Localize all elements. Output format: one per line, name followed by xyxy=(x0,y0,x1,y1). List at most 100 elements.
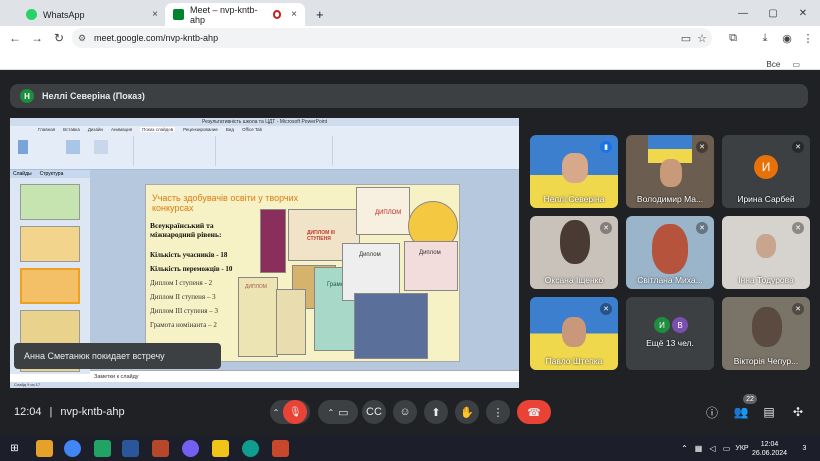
ppt-status-bar: Слайд 9 из 17 xyxy=(10,382,519,388)
end-call-button[interactable]: ☎ xyxy=(517,400,551,424)
activities-icon[interactable]: ✣ xyxy=(789,403,807,421)
more-options-button[interactable]: ⋮ xyxy=(486,400,510,424)
participant-tile-more[interactable]: И В Ещё 13 чел. xyxy=(626,297,714,370)
close-icon[interactable]: × xyxy=(291,9,297,20)
avatar: Н xyxy=(20,89,34,103)
participant-tile[interactable]: ▮ Неллі Северіна xyxy=(530,135,618,208)
powerpoint-icon[interactable] xyxy=(272,440,289,457)
close-window-button[interactable]: ✕ xyxy=(788,0,818,26)
slide-line: Грамота номінанта – 2 xyxy=(150,321,217,329)
ribbon-tab: Рецензирование xyxy=(183,127,218,132)
mic-off-icon: ✕ xyxy=(600,222,612,234)
powerpoint-icon[interactable] xyxy=(152,440,169,457)
participant-video xyxy=(562,317,586,347)
people-icon[interactable]: 👥 xyxy=(732,403,750,421)
slide-line: Диплом І ступеня - 2 xyxy=(150,279,213,287)
participant-tile[interactable]: И ✕ Ирина Сарбей xyxy=(722,135,810,208)
close-icon[interactable]: × xyxy=(152,9,158,20)
new-tab-button[interactable]: + xyxy=(308,3,332,26)
ribbon-icon xyxy=(18,140,28,154)
mic-off-icon: ✕ xyxy=(696,141,708,153)
slide-line: Кількість переможців - 10 xyxy=(150,265,233,273)
participant-name: Вікторія Чепур... xyxy=(733,356,799,366)
menu-icon[interactable]: ⋮ xyxy=(797,26,819,50)
captions-button[interactable]: CC xyxy=(362,400,386,424)
camera-icon[interactable]: ▭ xyxy=(338,406,348,419)
participant-tile[interactable]: ✕ Світлана Миха... xyxy=(626,216,714,289)
chat-icon[interactable]: ▤ xyxy=(760,403,778,421)
chrome-icon[interactable] xyxy=(64,440,81,457)
ribbon-icon xyxy=(66,140,80,154)
reload-icon[interactable]: ↻ xyxy=(48,31,70,45)
presenter-label: Неллі Северіна (Показ) xyxy=(42,91,145,101)
excel-icon[interactable] xyxy=(94,440,111,457)
ribbon-tab: Главная xyxy=(38,127,56,132)
url-field[interactable]: ⚙ meet.google.com/nvp-kntb-ahp xyxy=(72,28,712,48)
slide-thumb xyxy=(20,310,80,346)
maximize-button[interactable]: ▢ xyxy=(758,0,788,26)
avatar: И xyxy=(754,155,778,179)
ribbon-group xyxy=(218,136,333,166)
info-icon[interactable]: ⓘ xyxy=(703,403,721,421)
tab-whatsapp[interactable]: WhatsApp × xyxy=(18,3,166,26)
tab-label: WhatsApp xyxy=(43,9,85,20)
present-button[interactable]: ⬆ xyxy=(424,400,448,424)
mic-control[interactable]: ⌃ 🎙 xyxy=(270,400,310,424)
forward-icon[interactable]: → xyxy=(26,31,48,45)
minimize-button[interactable]: — xyxy=(728,0,758,26)
ppt-ribbon: Главная Вставка Дизайн Анимация Показ сл… xyxy=(10,126,519,170)
participant-name: Інна Тодурова xyxy=(738,275,794,285)
chevron-up-icon[interactable]: ⌃ xyxy=(273,408,280,417)
participant-name: Світлана Миха... xyxy=(637,275,703,285)
mic-off-icon: ✕ xyxy=(792,222,804,234)
hand-icon: ✋ xyxy=(460,406,474,419)
slide-notes: Заметки к слайду xyxy=(90,370,519,382)
taskbar-clock[interactable]: 12:04 26.06.2024 xyxy=(752,440,787,458)
download-icon[interactable]: ⤓ xyxy=(754,26,776,50)
ribbon-tab: Дизайн xyxy=(87,127,104,132)
more-participants-label: Ещё 13 чел. xyxy=(646,338,694,348)
word-icon[interactable] xyxy=(122,440,139,457)
site-info-icon[interactable]: ⚙ xyxy=(78,33,86,44)
profile-icon[interactable]: ◉ xyxy=(776,26,798,50)
reactions-button[interactable]: ☺ xyxy=(393,400,417,424)
windows-start-icon[interactable]: ⊞ xyxy=(6,440,23,457)
captions-icon: CC xyxy=(366,406,382,418)
participant-tile[interactable]: ✕ Оксана Іщенко xyxy=(530,216,618,289)
tab-label: Meet – nvp-kntb-ahp xyxy=(190,4,258,25)
file-explorer-icon[interactable] xyxy=(36,440,53,457)
edge-icon[interactable] xyxy=(242,440,259,457)
participant-video xyxy=(752,307,782,347)
leave-notification: Анна Сметанюк покидает встречу xyxy=(14,343,221,369)
present-icon: ⬆ xyxy=(431,406,441,419)
mic-off-icon: ✕ xyxy=(792,303,804,315)
back-icon[interactable]: ← xyxy=(4,31,26,45)
camera-control[interactable]: ⌃ ▭ xyxy=(318,400,358,424)
viber-icon[interactable] xyxy=(182,440,199,457)
chevron-up-icon[interactable]: ⌃ xyxy=(327,408,334,417)
participant-tile[interactable]: ✕ Інна Тодурова xyxy=(722,216,810,289)
participant-name: Павло Штепка xyxy=(545,356,603,366)
slide-line: Диплом ІІ ступеня – 3 xyxy=(150,293,216,301)
diploma-image: ДИПЛОМ xyxy=(356,187,410,235)
extensions-icon[interactable]: ⧉ xyxy=(722,26,744,50)
mic-off-icon[interactable]: 🎙 xyxy=(283,400,308,424)
notification-icon[interactable]: 3 xyxy=(796,440,813,457)
participant-tile[interactable]: ✕ Павло Штепка xyxy=(530,297,618,370)
app-icon[interactable] xyxy=(212,440,229,457)
tab-meet[interactable]: Meet – nvp-kntb-ahp × xyxy=(165,3,305,26)
raise-hand-button[interactable]: ✋ xyxy=(455,400,479,424)
pane-tab: Слайды xyxy=(13,171,32,177)
participant-video xyxy=(660,159,682,187)
participant-tile[interactable]: ✕ Вікторія Чепур... xyxy=(722,297,810,370)
emoji-icon: ☺ xyxy=(399,406,411,418)
diploma-image xyxy=(276,289,306,355)
mic-off-icon: ✕ xyxy=(600,303,612,315)
participant-tile[interactable]: ✕ Володимир Ма... xyxy=(626,135,714,208)
bookmark-star-icon[interactable]: ☆ xyxy=(691,26,713,50)
slide-pane-tabs: Слайды Структура xyxy=(10,170,90,178)
slide-line: Кількість учасників - 18 xyxy=(150,251,228,259)
participant-video xyxy=(756,234,776,258)
current-slide: Участь здобувачів освіти у творчих конку… xyxy=(145,184,460,362)
language-indicator[interactable]: УКР xyxy=(732,440,752,457)
